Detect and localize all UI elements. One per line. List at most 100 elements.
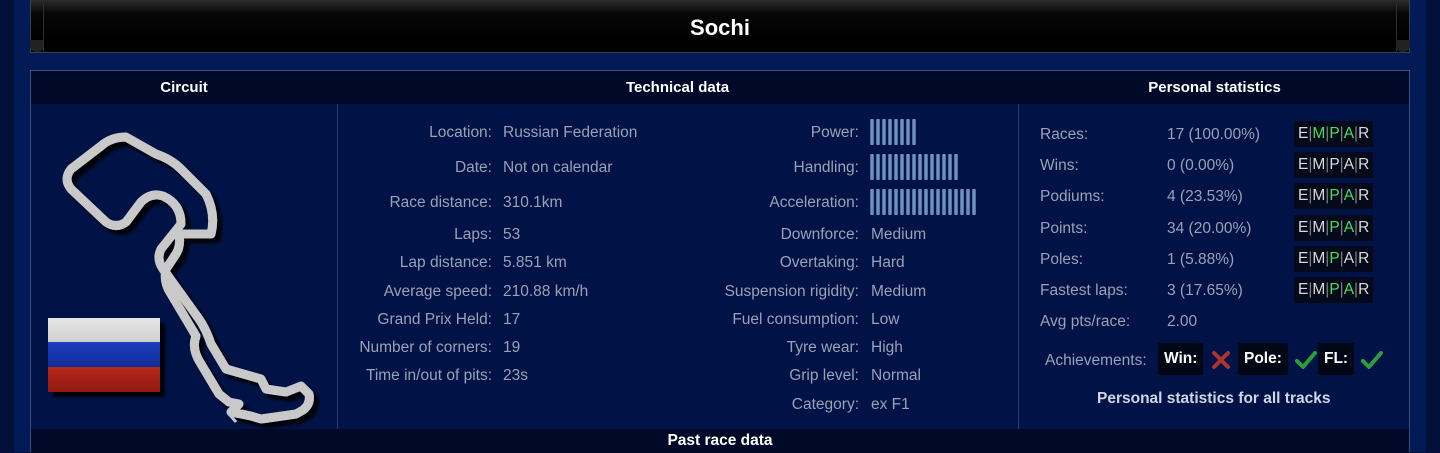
rating-bar-segment (918, 154, 922, 180)
rating-bar-segment (870, 189, 874, 215)
tech-label: Location: (429, 124, 492, 141)
rating-bar-segment (936, 154, 940, 180)
empar-letter: M (1312, 250, 1326, 267)
empar-letter: E (1298, 125, 1309, 142)
empar-letter: R (1358, 219, 1370, 236)
empar-letter: M (1312, 281, 1326, 298)
tech-label: Category: (791, 396, 859, 413)
tech-label: Average speed: (383, 283, 492, 300)
empar-letter: M (1312, 156, 1326, 173)
rating-bar-segment (966, 189, 970, 215)
tech-label: Overtaking: (779, 254, 859, 271)
rating-bar (870, 154, 958, 180)
rating-bar-segment (948, 154, 952, 180)
rating-bar-segment (918, 189, 922, 215)
empar-letter: R (1358, 125, 1370, 142)
rating-bar-segment (906, 119, 910, 145)
tech-value: Medium (871, 226, 927, 243)
tech-value: 5.851 km (503, 254, 567, 271)
tech-label: Lap distance: (399, 254, 492, 271)
tech-value: 17 (503, 311, 521, 328)
stat-label: Fastest laps: (1040, 282, 1128, 299)
rating-bar-segment (960, 189, 964, 215)
tech-label: Fuel consumption: (732, 311, 859, 328)
tech-value: Normal (871, 367, 921, 384)
tech-value: 53 (503, 226, 521, 243)
rating-bar-segment (894, 119, 898, 145)
rating-bar-segment (906, 154, 910, 180)
rating-bar-segment (930, 189, 934, 215)
personal-statistics-header: Personal statistics (1148, 79, 1281, 96)
flag-blue-stripe (48, 342, 160, 367)
rating-bar-segment (882, 189, 886, 215)
tech-label: Time in/out of pits: (365, 367, 492, 384)
rating-bar-segment (912, 119, 916, 145)
rating-bar-segment (936, 189, 940, 215)
circuit-header: Circuit (160, 79, 208, 96)
empar-letter: A (1343, 250, 1355, 267)
tech-label: Downforce: (780, 226, 859, 243)
rating-bar (870, 189, 976, 215)
rating-bar-segment (876, 119, 880, 145)
rating-bar-segment (876, 154, 880, 180)
tech-label: Race distance: (389, 194, 492, 211)
avg-pts-label: Avg pts/race: (1040, 313, 1131, 330)
technical-data-header: Technical data (625, 79, 730, 96)
empar-letter: A (1343, 187, 1355, 204)
rating-bar-segment (954, 154, 958, 180)
stat-label: Points: (1040, 220, 1088, 237)
rating-bar-segment (912, 189, 916, 215)
tech-value: 19 (503, 339, 521, 356)
circuit-column (31, 104, 337, 429)
check-icon (1361, 351, 1383, 369)
tech-label: Grip level: (789, 367, 859, 384)
empar-letter: P (1329, 250, 1340, 267)
empar-indicator[interactable]: E|M|P|A|R (1294, 277, 1374, 303)
check-icon (1295, 351, 1317, 369)
rating-bar-segment (894, 154, 898, 180)
stat-value: 0 (0.00%) (1167, 157, 1235, 174)
empar-letter: E (1298, 187, 1309, 204)
rating-bar-segment (870, 119, 874, 145)
empar-letter: A (1343, 281, 1355, 298)
achievement-pole-badge: Pole: (1238, 343, 1288, 375)
tech-value: Not on calendar (503, 159, 613, 176)
rating-bar-segment (900, 189, 904, 215)
stat-value: 4 (23.53%) (1167, 188, 1243, 205)
tech-label: Acceleration: (769, 194, 859, 211)
avg-pts-value: 2.00 (1167, 313, 1198, 330)
country-flag (48, 318, 160, 392)
column-divider (337, 104, 338, 429)
rating-bar-segment (882, 119, 886, 145)
empar-letter: M (1312, 219, 1326, 236)
empar-indicator[interactable]: E|M|P|A|R (1294, 183, 1374, 209)
rating-bar-segment (894, 189, 898, 215)
rating-bar-segment (924, 154, 928, 180)
title-bar: Sochi (30, 0, 1410, 53)
empar-indicator[interactable]: E|M|P|A|R (1294, 246, 1374, 272)
empar-indicator[interactable]: E|M|P|A|R (1294, 121, 1374, 147)
empar-indicator[interactable]: E|M|P|A|R (1294, 152, 1374, 178)
tech-label: Tyre wear: (786, 339, 859, 356)
flag-white-stripe (48, 318, 160, 342)
rating-bar-segment (882, 154, 886, 180)
empar-letter: P (1329, 125, 1340, 142)
tech-value: 210.88 km/h (503, 283, 589, 300)
tech-value: High (871, 339, 903, 356)
empar-letter: E (1298, 281, 1309, 298)
tech-value: Low (871, 311, 900, 328)
empar-letter: A (1343, 156, 1355, 173)
empar-letter: P (1329, 187, 1340, 204)
tech-label: Power: (810, 124, 859, 141)
tech-label: Suspension rigidity: (724, 283, 859, 300)
page-title: Sochi (690, 15, 750, 40)
all-tracks-statistics-link[interactable]: Personal statistics for all tracks (1097, 390, 1330, 408)
tech-value: 23s (503, 367, 528, 384)
rating-bar-segment (906, 189, 910, 215)
rating-bar-segment (876, 189, 880, 215)
empar-indicator[interactable]: E|M|P|A|R (1294, 215, 1374, 241)
rating-bar-segment (870, 154, 874, 180)
stat-value: 34 (20.00%) (1167, 220, 1252, 237)
empar-letter: A (1343, 125, 1355, 142)
achievement-fl-badge: FL: (1318, 343, 1355, 375)
